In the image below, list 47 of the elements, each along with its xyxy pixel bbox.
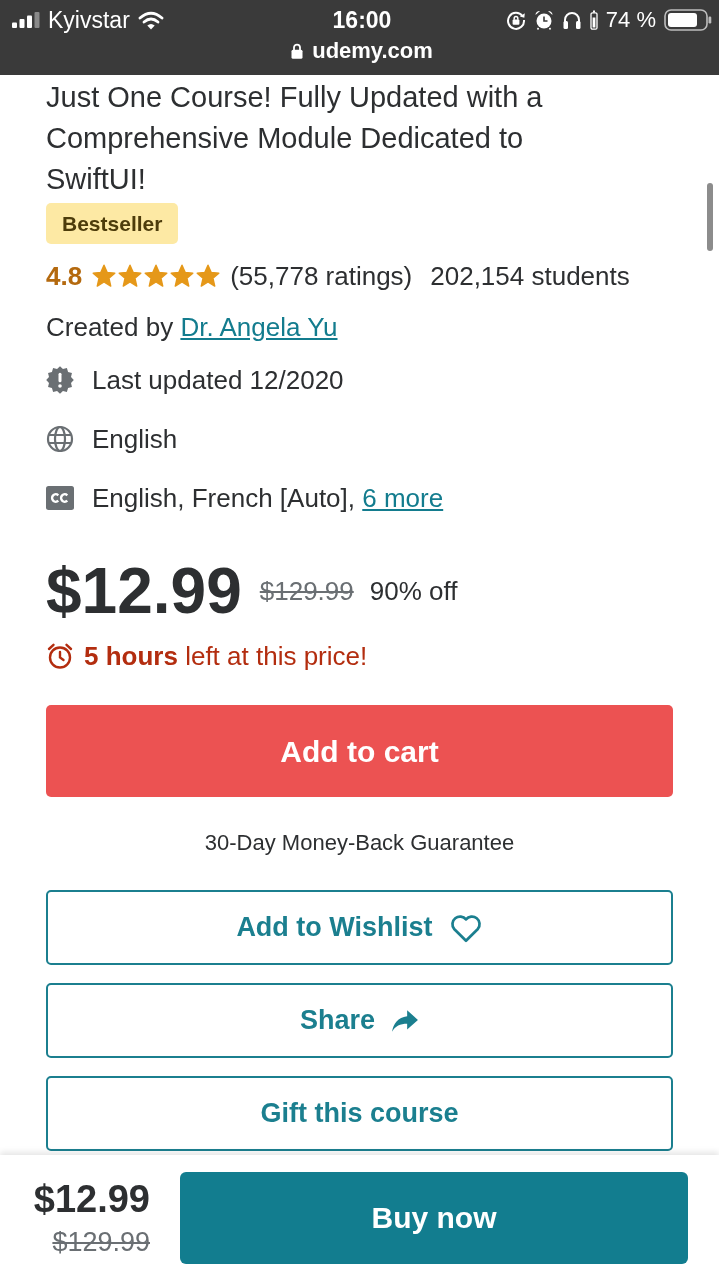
share-button[interactable]: Share <box>46 983 673 1058</box>
add-to-cart-button[interactable]: Add to cart <box>46 705 673 797</box>
discount-text: 90% off <box>369 574 458 608</box>
page-address: udemy.com <box>312 37 433 65</box>
star-icon <box>170 264 195 288</box>
course-title: Just One Course! Fully Updated with a Comprehensive Module Dedicated to SwiftUI! <box>46 80 544 197</box>
author-link[interactable]: Dr. Angela Yu <box>180 312 338 342</box>
alarm-clock-icon <box>46 642 74 670</box>
countdown-text: 5 hours left at this price! <box>84 639 368 673</box>
bar-original-price: $129.99 <box>52 1225 150 1259</box>
scroll-indicator <box>707 183 713 251</box>
lock-icon <box>291 43 304 59</box>
globe-icon <box>46 425 74 453</box>
carrier-name: Kyivstar <box>48 6 130 34</box>
alert-badge-icon <box>46 366 74 394</box>
original-price: $129.99 <box>259 574 354 608</box>
battery-icon <box>664 9 712 31</box>
current-price: $12.99 <box>46 555 242 627</box>
share-arrow-icon <box>391 1008 419 1033</box>
signal-icon <box>12 12 40 28</box>
bar-price: $12.99 <box>33 1176 150 1222</box>
star-icon <box>92 264 117 288</box>
ratings-count: (55,778 ratings) <box>230 259 413 293</box>
gift-button[interactable]: Gift this course <box>46 1076 673 1151</box>
small-battery-icon <box>589 10 598 30</box>
detail-text: English, French [Auto], 6 more <box>92 481 444 515</box>
battery-percent: 74 % <box>605 6 656 34</box>
bestseller-badge: Bestseller <box>46 203 179 244</box>
heart-icon <box>448 912 483 943</box>
closed-captions-icon <box>46 486 74 510</box>
detail-text: Last updated 12/2020 <box>92 363 344 397</box>
created-by-text: Created by Dr. Angela Yu <box>46 311 339 344</box>
rating-value: 4.8 <box>46 259 83 293</box>
wifi-icon <box>137 10 164 30</box>
students-count: 202,154 students <box>430 259 630 293</box>
star-icon <box>118 264 143 288</box>
guarantee-text: 30-Day Money-Back Guarantee <box>203 829 516 857</box>
star-icon <box>144 264 169 288</box>
headphones-icon <box>561 10 582 30</box>
star-icon <box>196 264 221 288</box>
more-languages-link[interactable]: 6 more <box>362 482 444 513</box>
buy-now-button[interactable]: Buy now <box>180 1171 688 1264</box>
detail-text: English <box>92 422 178 456</box>
alarm-icon <box>533 10 554 30</box>
wishlist-button[interactable]: Add to Wishlist <box>46 890 673 965</box>
rotation-lock-icon <box>505 10 526 30</box>
clock-time: 16:00 <box>332 6 392 34</box>
